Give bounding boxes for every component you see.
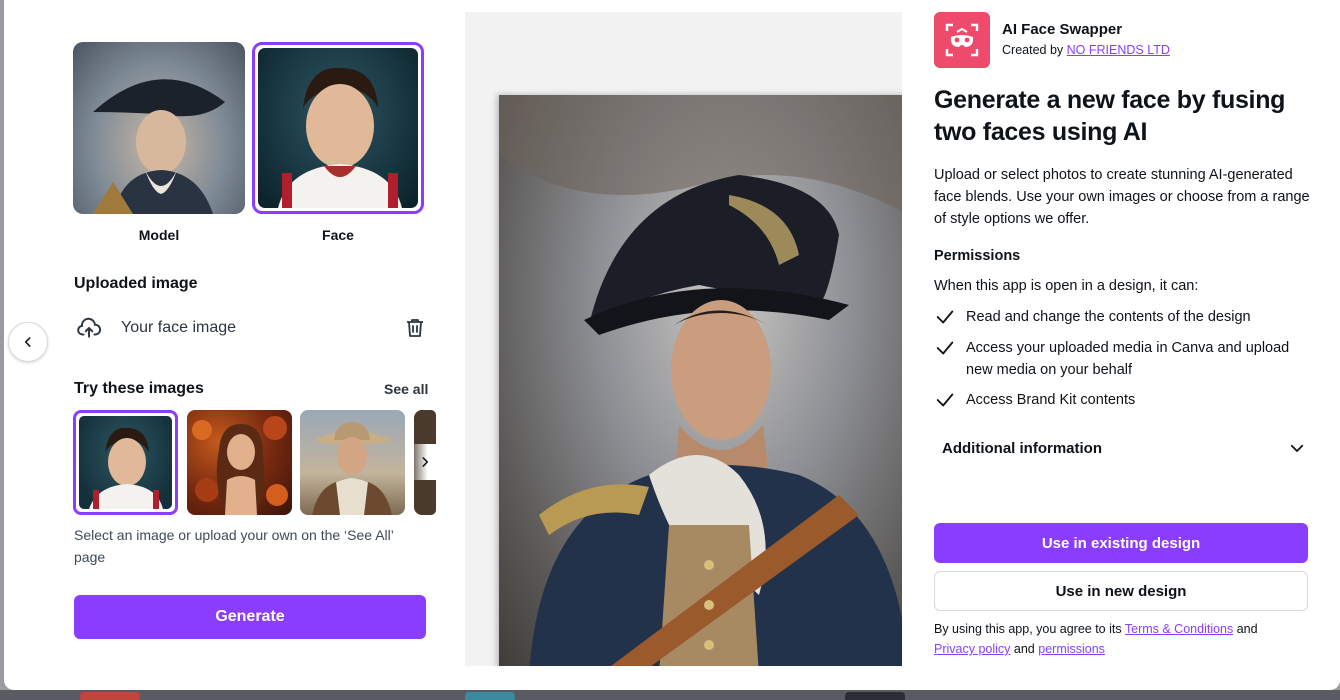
additional-information-toggle[interactable]: Additional information: [942, 436, 1306, 460]
generate-button[interactable]: Generate: [74, 595, 426, 639]
select-image-hint: Select an image or upload your own on th…: [74, 527, 394, 565]
chevron-left-icon: [24, 337, 31, 347]
thumbnail-2-image: [187, 410, 292, 515]
terms-and: and: [1236, 622, 1258, 636]
privacy-policy-link[interactable]: Privacy policy: [934, 642, 1010, 656]
check-icon: [936, 310, 954, 324]
face-image: [258, 48, 418, 208]
thumbnail-1-image: [79, 416, 172, 509]
app-description: Upload or select photos to create stunni…: [934, 167, 1310, 227]
permission-item: Access your uploaded media in Canva and …: [934, 337, 1314, 381]
model-image-card[interactable]: [73, 42, 245, 214]
terms-notice: By using this app, you agree to its Term…: [934, 619, 1314, 659]
preview-area: [465, 12, 902, 666]
created-by-prefix: Created by: [1002, 43, 1064, 57]
terms-link[interactable]: Terms & Conditions: [1125, 622, 1233, 636]
app-logo: [934, 12, 990, 68]
face-image-card[interactable]: [252, 42, 424, 214]
check-icon: [936, 341, 954, 355]
permissions-intro: When this app is open in a design, it ca…: [934, 278, 1199, 294]
use-in-existing-design-button[interactable]: Use in existing design: [934, 523, 1308, 563]
thumbnail-3-image: [300, 410, 405, 515]
uploaded-image-title: Uploaded image: [74, 275, 198, 292]
permission-item: Read and change the contents of the desi…: [934, 306, 1314, 328]
preview-image: [499, 95, 902, 666]
permissions-link[interactable]: permissions: [1038, 642, 1105, 656]
check-icon: [936, 393, 954, 407]
app-headline: Generate a new face by fusing two faces …: [934, 86, 1286, 146]
permission-text: Access Brand Kit contents: [966, 392, 1136, 408]
thumbnail-2[interactable]: [187, 410, 292, 515]
face-label: Face: [322, 227, 354, 243]
uploaded-image-row[interactable]: Your face image: [74, 310, 429, 346]
see-all-link[interactable]: See all: [384, 381, 428, 397]
thumbnails-next-button[interactable]: [412, 444, 438, 480]
thumbnail-1[interactable]: [73, 410, 178, 515]
permission-text: Access your uploaded media in Canva and …: [966, 340, 1290, 378]
model-label: Model: [138, 227, 180, 243]
app-modal: Model Face Uploaded image Your face imag…: [4, 0, 1340, 690]
use-in-new-design-button[interactable]: Use in new design: [934, 571, 1308, 611]
model-image: [73, 42, 245, 214]
previous-button[interactable]: [8, 322, 48, 362]
chevron-down-icon: [1290, 444, 1304, 452]
permission-item: Access Brand Kit contents: [934, 389, 1314, 411]
terms-and-2: and: [1013, 642, 1035, 656]
permissions-title: Permissions: [934, 248, 1021, 264]
terms-prefix: By using this app, you agree to its: [934, 622, 1122, 636]
try-images-title: Try these images: [74, 380, 204, 397]
creator-line: Created by NO FRIENDS LTD: [1002, 43, 1170, 57]
permission-text: Read and change the contents of the desi…: [966, 309, 1251, 325]
upload-cloud-icon: [77, 317, 102, 338]
chevron-right-icon: [422, 457, 429, 467]
creator-link[interactable]: NO FRIENDS LTD: [1067, 43, 1170, 57]
thumbnail-3[interactable]: [300, 410, 405, 515]
additional-information-label: Additional information: [942, 439, 1102, 457]
trash-icon[interactable]: [403, 316, 427, 340]
background-canvas-strip: [0, 690, 1340, 700]
app-name: AI Face Swapper: [1002, 21, 1123, 38]
mask-icon: [945, 23, 979, 57]
uploaded-image-label: Your face image: [121, 319, 237, 336]
